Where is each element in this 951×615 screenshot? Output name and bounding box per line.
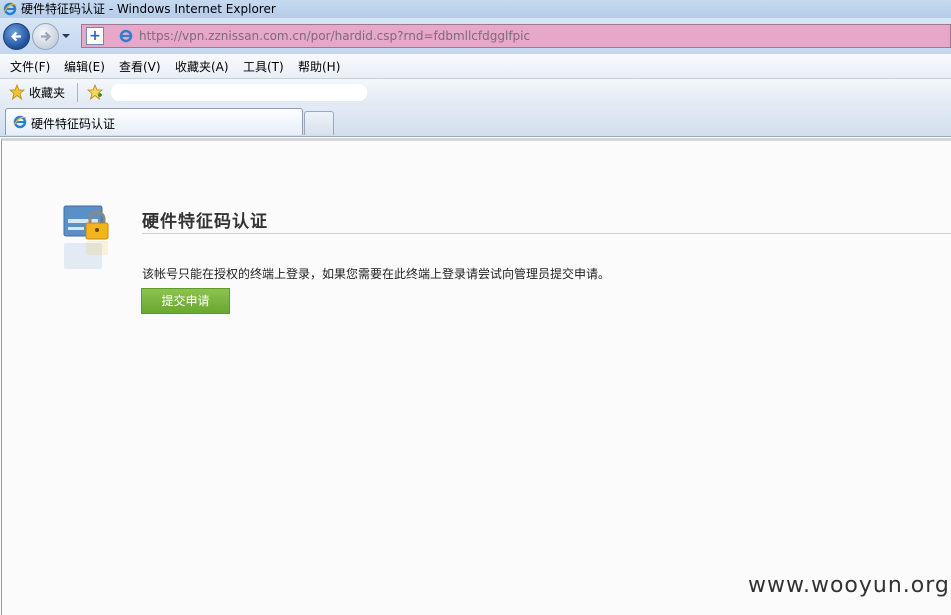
menu-tools[interactable]: 工具(T) — [243, 58, 284, 75]
watermark: www.wooyun.org — [748, 573, 950, 598]
forward-arrow-icon — [41, 31, 52, 42]
address-bar[interactable]: + https://vpn.zznissan.com.cn/por/hardid… — [81, 24, 951, 48]
title-bar: 硬件特征码认证 - Windows Internet Explorer — [0, 0, 951, 18]
tab-current[interactable]: 硬件特征码认证 — [5, 108, 303, 135]
ie-icon — [3, 2, 17, 16]
tab-ie-icon — [13, 115, 27, 129]
tab-title: 硬件特征码认证 — [31, 117, 116, 131]
lock-icon — [63, 205, 109, 269]
back-button[interactable] — [3, 23, 30, 50]
submit-request-button[interactable]: 提交申请 — [141, 288, 230, 314]
favorites-bar: 收藏夹 — [0, 79, 951, 106]
heading-divider — [142, 233, 951, 234]
menu-edit[interactable]: 编辑(E) — [64, 58, 105, 75]
menu-bar: 文件(F) 编辑(E) 查看(V) 收藏夹(A) 工具(T) 帮助(H) — [0, 54, 951, 79]
menu-help[interactable]: 帮助(H) — [298, 58, 340, 75]
page-title: 硬件特征码认证 — [142, 212, 268, 232]
add-favorite-icon[interactable] — [87, 84, 103, 100]
menu-file[interactable]: 文件(F) — [10, 58, 50, 75]
menu-view[interactable]: 查看(V) — [119, 58, 161, 75]
favorites-button[interactable]: 收藏夹 — [29, 84, 65, 101]
toolbar-divider — [77, 83, 78, 102]
address-url[interactable]: https://vpn.zznissan.com.cn/por/hardid.c… — [139, 25, 530, 47]
star-icon[interactable] — [9, 84, 25, 100]
chevron-down-icon[interactable] — [61, 31, 71, 41]
page-ie-icon — [119, 29, 133, 43]
auth-message: 该帐号只能在授权的终端上登录，如果您需要在此终端上登录请尝试向管理员提交申请。 — [142, 267, 611, 281]
page-content: 硬件特征码认证 该帐号只能在授权的终端上登录，如果您需要在此终端上登录请尝试向管… — [1, 138, 951, 615]
favorite-link-redacted[interactable] — [111, 84, 367, 101]
navigation-bar: + https://vpn.zznissan.com.cn/por/hardid… — [0, 18, 951, 54]
tab-bar: 硬件特征码认证 — [0, 106, 951, 137]
new-tab-button[interactable] — [304, 111, 334, 135]
back-arrow-icon — [10, 31, 21, 42]
menu-favorites[interactable]: 收藏夹(A) — [175, 58, 229, 75]
window-title: 硬件特征码认证 - Windows Internet Explorer — [21, 2, 276, 16]
forward-button[interactable] — [32, 23, 59, 50]
shield-icon[interactable]: + — [86, 27, 104, 45]
